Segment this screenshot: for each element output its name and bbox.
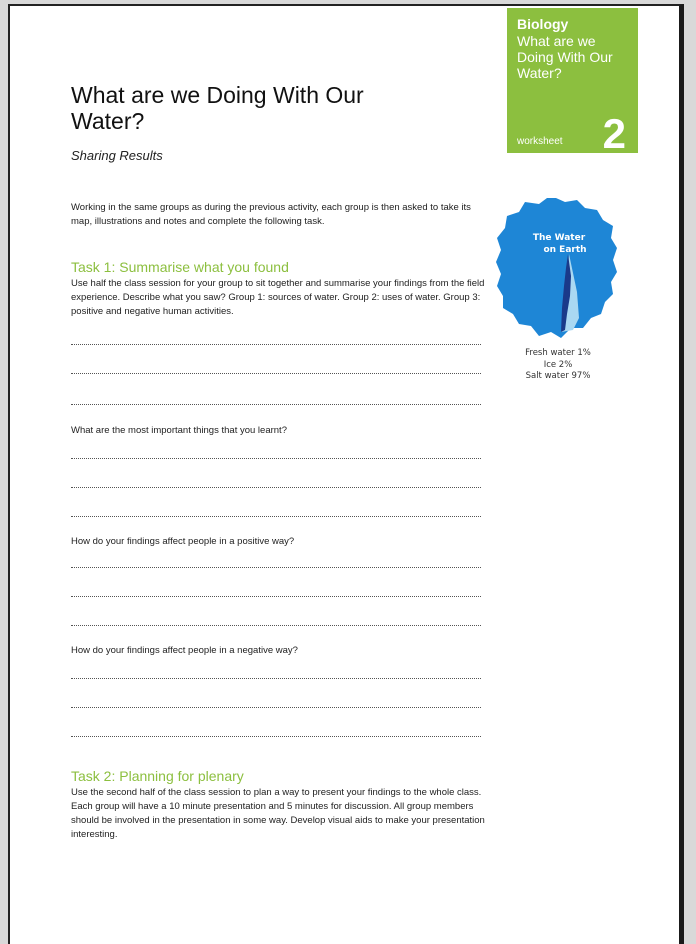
worksheet-badge: Biology What are we Doing With Our Water…: [507, 8, 638, 157]
badge-worksheet-label: worksheet: [517, 136, 563, 147]
globe-label-line1: The Water: [533, 233, 586, 243]
answer-line[interactable]: [71, 487, 481, 488]
question-most-important: What are the most important things that …: [71, 425, 287, 436]
water-on-earth-illustration: The Water on Earth: [495, 196, 618, 346]
page-title: What are we Doing With Our Water?: [71, 82, 364, 134]
intro-paragraph: Working in the same groups as during the…: [71, 202, 471, 227]
caption-fresh-water: Fresh water 1%: [525, 348, 591, 358]
answer-line[interactable]: [71, 736, 481, 737]
caption-ice: Ice 2%: [543, 359, 573, 370]
task2-text: Use the second half of the class session…: [71, 787, 485, 840]
badge-title: What are we Doing With Our Water?: [517, 33, 613, 81]
badge-worksheet-number: 2: [602, 110, 626, 157]
caption-salt-water: Salt water 97%: [525, 371, 591, 381]
task1-text: Use half the class session for your grou…: [71, 278, 485, 317]
question-negative: How do your findings affect people in a …: [71, 645, 298, 656]
salt-water-shape: [496, 198, 617, 338]
answer-line[interactable]: [71, 625, 481, 626]
task2-heading: Task 2: Planning for plenary: [71, 768, 244, 784]
answer-line[interactable]: [71, 567, 481, 568]
answer-line[interactable]: [71, 373, 481, 374]
answer-line[interactable]: [71, 707, 481, 708]
water-globe-icon: The Water on Earth: [496, 198, 617, 338]
answer-line[interactable]: [71, 458, 481, 459]
answer-line[interactable]: [71, 404, 481, 405]
page-subtitle: Sharing Results: [71, 148, 163, 163]
globe-caption: Fresh water 1% Ice 2% Salt water 97%: [503, 348, 613, 383]
question-positive: How do your findings affect people in a …: [71, 536, 295, 547]
answer-line[interactable]: [71, 596, 481, 597]
task1-heading: Task 1: Summarise what you found: [71, 259, 289, 275]
globe-label-line2: on Earth: [543, 245, 586, 255]
answer-line[interactable]: [71, 678, 481, 679]
badge-subject: Biology: [517, 16, 569, 32]
answer-line[interactable]: [71, 516, 481, 517]
worksheet-page: Biology What are we Doing With Our Water…: [8, 4, 684, 944]
answer-line[interactable]: [71, 344, 481, 345]
